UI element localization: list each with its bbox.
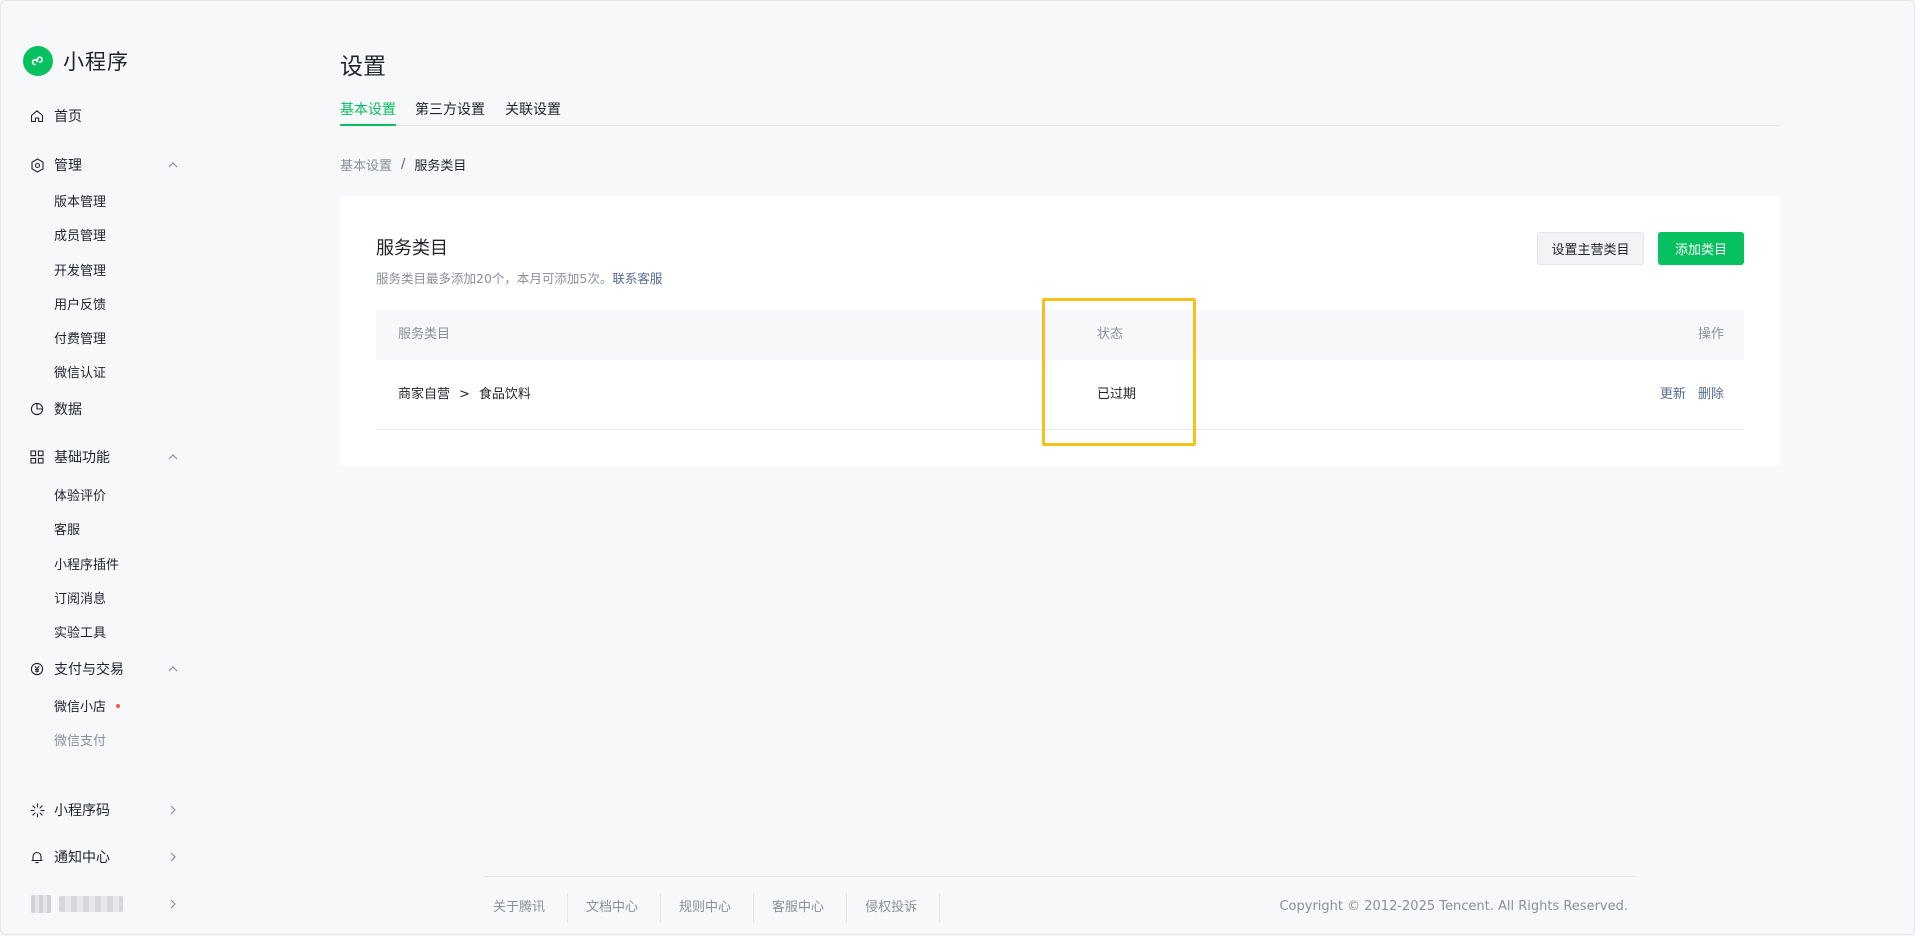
sidebar-subitem-subscribe[interactable]: 订阅消息 xyxy=(54,586,106,608)
update-link[interactable]: 更新 xyxy=(1660,387,1686,402)
sidebar-item-label: 首页 xyxy=(54,109,82,125)
contact-support-link[interactable]: 联系客服 xyxy=(612,271,662,286)
sidebar-subitem-label: 微信小店 xyxy=(54,699,107,715)
category-child: 食品饮料 xyxy=(478,387,531,402)
table-header: 服务类目 状态 操作 xyxy=(376,310,1744,360)
sidebar-item-label: 数据 xyxy=(54,402,82,418)
card-description-text: 服务类目最多添加20个，本月可添加5次。 xyxy=(376,271,613,286)
breadcrumb: 基本设置 / 服务类目 xyxy=(340,155,466,174)
sidebar-subitem-lab[interactable]: 实验工具 xyxy=(54,620,106,642)
notification-dot xyxy=(116,704,121,708)
breadcrumb-separator: / xyxy=(401,157,406,172)
category-path: 商家自营 > 食品饮料 xyxy=(398,360,531,430)
sidebar-subitem-members[interactable]: 成员管理 xyxy=(54,223,106,245)
actions-cell: 更新 删除 xyxy=(1660,360,1724,430)
category-arrow: > xyxy=(459,387,470,402)
sidebar-item-label: 支付与交易 xyxy=(54,662,124,678)
bell-icon xyxy=(29,849,45,865)
sidebar-subitem-payment[interactable]: 付费管理 xyxy=(54,326,106,348)
sidebar-subitem-feedback[interactable]: 用户反馈 xyxy=(54,292,106,314)
header-actions: 操作 xyxy=(1697,327,1724,342)
table-row: 商家自营 > 食品饮料 已过期 更新 删除 xyxy=(376,360,1744,430)
breadcrumb-parent[interactable]: 基本设置 xyxy=(340,155,392,174)
header-category: 服务类目 xyxy=(398,327,451,342)
sidebar-item-data[interactable]: 数据 xyxy=(29,397,181,421)
sidebar-item-label: 管理 xyxy=(54,158,82,174)
sidebar-item-notify[interactable]: 通知中心 xyxy=(29,845,181,869)
yuan-icon xyxy=(29,661,45,677)
sidebar-item-pay[interactable]: 支付与交易 xyxy=(29,657,181,681)
chevron-right-icon[interactable] xyxy=(165,802,181,818)
sidebar-subitem-wechat-pay[interactable]: 微信支付 xyxy=(54,728,106,750)
avatar xyxy=(31,895,51,913)
chevron-right-icon[interactable] xyxy=(165,896,181,912)
settings-tabs: 基本设置 第三方设置 关联设置 xyxy=(340,99,1779,126)
set-main-category-button[interactable]: 设置主营类目 xyxy=(1537,232,1644,265)
chevron-up-icon[interactable] xyxy=(165,449,181,465)
tab-basic-settings[interactable]: 基本设置 xyxy=(340,99,396,126)
sidebar-subitem-experience[interactable]: 体验评价 xyxy=(54,483,106,505)
sidebar-item-home[interactable]: 首页 xyxy=(29,104,181,128)
card-title: 服务类目 xyxy=(376,238,448,259)
sidebar-item-qrcode[interactable]: 小程序码 xyxy=(29,798,181,822)
account-menu[interactable] xyxy=(31,892,181,916)
mini-program-code-icon xyxy=(29,802,45,818)
sidebar-subitem-dev[interactable]: 开发管理 xyxy=(54,258,106,280)
settings-hex-icon xyxy=(29,157,45,173)
footer: 关于腾讯 文档中心 规则中心 客服中心 侵权投诉 Copyright © 201… xyxy=(485,876,1636,926)
footer-link-about[interactable]: 关于腾讯 xyxy=(485,893,569,923)
sidebar-subitem-verify[interactable]: 微信认证 xyxy=(54,360,106,382)
grid-icon xyxy=(29,449,45,465)
tab-third-party-settings[interactable]: 第三方设置 xyxy=(415,99,485,126)
sidebar-item-label: 基础功能 xyxy=(54,450,110,466)
card-description: 服务类目最多添加20个，本月可添加5次。联系客服 xyxy=(376,268,662,287)
sidebar-item-label: 通知中心 xyxy=(54,850,110,866)
pie-chart-icon xyxy=(29,401,45,417)
header-status: 状态 xyxy=(1097,327,1124,342)
app-name: 小程序 xyxy=(63,50,129,74)
footer-link-complaint[interactable]: 侵权投诉 xyxy=(857,893,941,923)
sidebar-item-basic[interactable]: 基础功能 xyxy=(29,445,181,469)
tab-related-settings[interactable]: 关联设置 xyxy=(505,99,561,126)
chevron-right-icon[interactable] xyxy=(165,849,181,865)
home-icon xyxy=(29,108,45,124)
add-category-button[interactable]: 添加类目 xyxy=(1658,232,1744,265)
service-category-card: 服务类目 服务类目最多添加20个，本月可添加5次。联系客服 设置主营类目 添加类… xyxy=(340,196,1780,466)
status-cell: 已过期 xyxy=(1097,387,1137,402)
sidebar-subitem-store[interactable]: 微信小店 xyxy=(54,694,121,716)
sidebar-subitem-plugin[interactable]: 小程序插件 xyxy=(54,552,119,574)
delete-link[interactable]: 删除 xyxy=(1698,387,1724,402)
sidebar-item-label: 小程序码 xyxy=(54,803,110,819)
chevron-up-icon[interactable] xyxy=(165,157,181,173)
footer-link-service[interactable]: 客服中心 xyxy=(764,893,848,923)
sidebar-subitem-version[interactable]: 版本管理 xyxy=(54,189,106,211)
sidebar: 小程序 首页 管理 版本管理 成员管理 开发管理 用户反馈 付费管理 微信认证 … xyxy=(1,1,201,936)
footer-link-docs[interactable]: 文档中心 xyxy=(578,893,662,923)
account-name-blurred xyxy=(59,896,123,912)
category-table: 服务类目 状态 操作 商家自营 > 食品饮料 已过期 更新 删除 xyxy=(376,310,1744,430)
category-parent: 商家自营 xyxy=(398,387,451,402)
footer-link-rules[interactable]: 规则中心 xyxy=(671,893,755,923)
copyright: Copyright © 2012-2025 Tencent. All Right… xyxy=(1279,899,1628,914)
sidebar-subitem-service[interactable]: 客服 xyxy=(54,517,80,539)
mini-program-logo-icon xyxy=(23,46,53,76)
chevron-up-icon[interactable] xyxy=(165,661,181,677)
brand[interactable]: 小程序 xyxy=(23,45,129,77)
footer-links: 关于腾讯 文档中心 规则中心 客服中心 侵权投诉 xyxy=(485,893,950,923)
breadcrumb-current: 服务类目 xyxy=(414,159,467,174)
page-title: 设置 xyxy=(340,54,386,80)
app-window: 小程序 首页 管理 版本管理 成员管理 开发管理 用户反馈 付费管理 微信认证 … xyxy=(0,0,1915,935)
sidebar-item-manage[interactable]: 管理 xyxy=(29,153,181,177)
